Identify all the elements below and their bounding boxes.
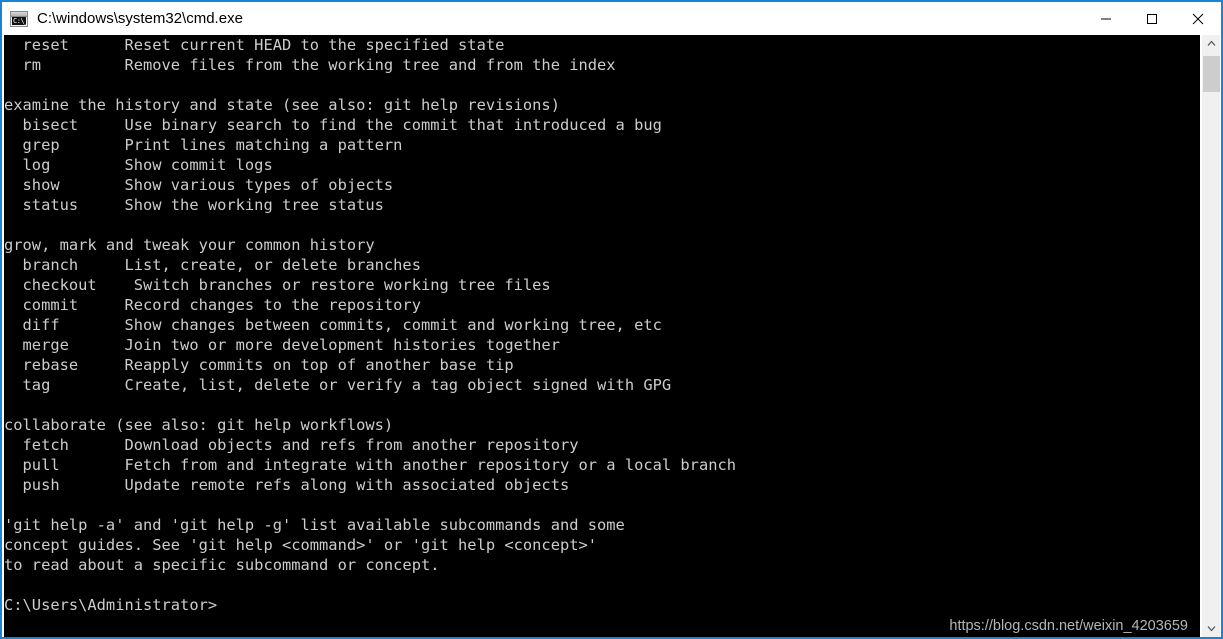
minimize-icon xyxy=(1101,18,1111,19)
maximize-button[interactable] xyxy=(1129,2,1175,35)
cmd-window: C:\_ C:\windows\system32\cmd.exe xyxy=(0,0,1223,639)
window-title: C:\windows\system32\cmd.exe xyxy=(37,10,243,27)
watermark-text: https://blog.csdn.net/weixin_4203659 xyxy=(949,618,1188,634)
scroll-up-button[interactable] xyxy=(1203,35,1220,52)
scroll-thumb[interactable] xyxy=(1203,56,1220,92)
title-bar[interactable]: C:\_ C:\windows\system32\cmd.exe xyxy=(2,2,1221,35)
minimize-button[interactable] xyxy=(1083,2,1129,35)
console-output-area[interactable]: reset Reset current HEAD to the specifie… xyxy=(4,35,1200,637)
close-icon xyxy=(1192,13,1204,24)
close-button[interactable] xyxy=(1175,2,1221,35)
chevron-up-icon xyxy=(1207,40,1216,46)
window-controls xyxy=(1083,2,1221,35)
chevron-down-icon xyxy=(1207,626,1216,632)
maximize-icon xyxy=(1147,13,1157,24)
cmd-console-icon: C:\_ xyxy=(10,10,28,27)
scroll-down-button[interactable] xyxy=(1203,620,1220,637)
vertical-scrollbar[interactable] xyxy=(1202,35,1220,637)
console-text: reset Reset current HEAD to the specifie… xyxy=(4,36,737,614)
cmd-icon-screen-text: C:\_ xyxy=(12,16,26,25)
scrollbar-track[interactable] xyxy=(1203,52,1220,620)
